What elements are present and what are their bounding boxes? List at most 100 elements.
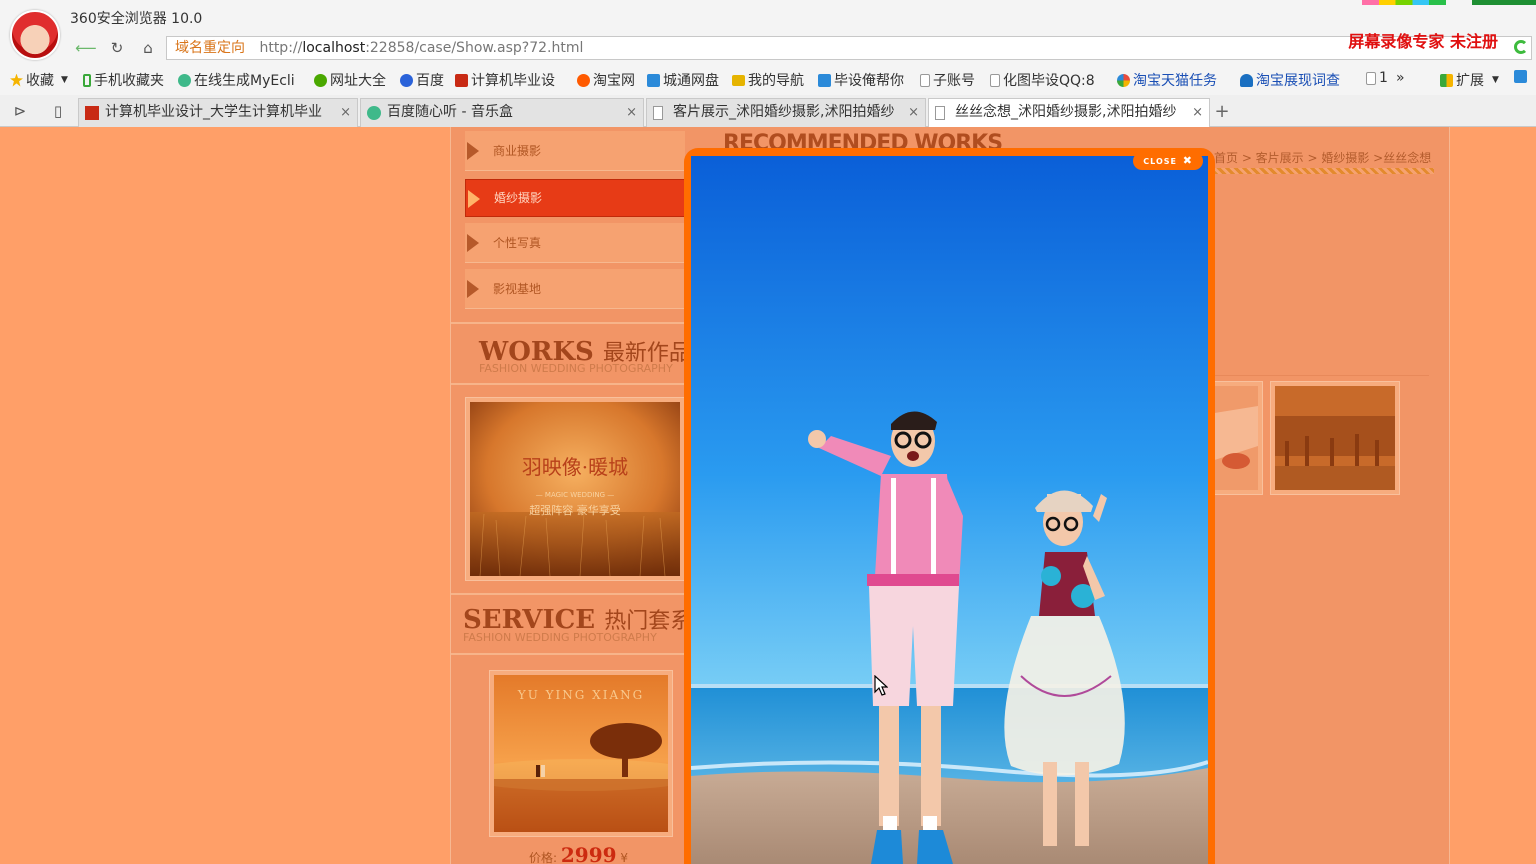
page-icon	[920, 73, 930, 87]
page-icon	[990, 73, 1000, 87]
bookmark-item[interactable]: 网址大全	[314, 70, 386, 90]
service-price: 价格: 2999 ¥	[529, 843, 628, 864]
menu-label: 商业摄影	[493, 144, 542, 158]
chevron-down-icon: ▼	[61, 75, 68, 85]
photo-lightbox: CLOSE ✖	[684, 148, 1215, 864]
bookmark-item[interactable]: 毕设俺帮你	[818, 70, 904, 90]
bookmark-item[interactable]: 化图毕设QQ:8	[990, 70, 1095, 90]
close-icon: ✖	[1182, 154, 1193, 167]
breadcrumb[interactable]: 首页 > 客片展示 > 婚纱摄影 >丝丝念想	[1214, 149, 1431, 166]
divider	[1211, 375, 1429, 376]
grid-icon	[1440, 73, 1453, 87]
bookmark-favorites[interactable]: 收藏 ▼	[10, 70, 68, 90]
divider	[451, 322, 686, 324]
bookmark-label: 百度	[416, 73, 444, 89]
menu-item-studio[interactable]: 影视基地	[465, 269, 685, 309]
bookmark-label: 城通网盘	[663, 73, 719, 89]
bookmark-item[interactable]: 1	[1366, 70, 1388, 86]
ie-icon	[314, 73, 327, 87]
menu-label: 婚纱摄影	[494, 191, 543, 205]
tab-case-list[interactable]: 客片展示_沭阳婚纱摄影,沭阳拍婚纱 ×	[646, 98, 926, 127]
address-bar[interactable]: 域名重定向 http://localhost:22858/case/Show.a…	[166, 36, 1532, 60]
bookmark-label: 我的导航	[748, 73, 804, 89]
bookmark-item[interactable]: 淘宝网	[577, 70, 635, 90]
chevron-down-icon: ▼	[1492, 75, 1499, 85]
bookmark-item[interactable]: 子账号	[920, 70, 975, 90]
user-avatar[interactable]	[10, 10, 60, 60]
bookmark-item[interactable]: 手机收藏夹	[83, 70, 164, 90]
folder-icon	[732, 74, 745, 86]
url-prefix: http://	[259, 40, 303, 56]
service-subtitle: FASHION WEDDING PHOTOGRAPHY	[463, 631, 657, 644]
chevron-right-icon	[468, 190, 480, 208]
paw-icon	[400, 73, 413, 87]
bookmark-item[interactable]: 我的导航	[732, 70, 804, 90]
bookmark-item[interactable]: 淘宝天猫任务	[1117, 70, 1217, 90]
bi-icon	[85, 106, 99, 120]
breadcrumb-underline	[1214, 168, 1434, 174]
phone-icon	[83, 73, 91, 87]
bookmark-item[interactable]: 百度	[400, 70, 444, 90]
thumb-title-text: 羽映像·暖城	[522, 455, 628, 479]
browser-titlebar: 360安全浏览器 10.0	[0, 0, 1536, 33]
price-value: 2999	[560, 843, 617, 864]
menu-item-portrait[interactable]: 个性写真	[465, 223, 685, 263]
bookmark-item[interactable]: 计算机毕业设	[455, 70, 555, 90]
mouse-cursor-icon	[874, 675, 888, 696]
related-photo-thumbnail[interactable]	[1270, 381, 1400, 495]
tab-bishe[interactable]: 计算机毕业设计_大学生计算机毕业 ×	[78, 98, 358, 127]
extension-icon[interactable]	[1514, 70, 1527, 83]
menu-label: 个性写真	[493, 236, 542, 250]
page-icon	[1366, 71, 1376, 85]
ct-icon	[647, 73, 660, 87]
close-icon[interactable]: ×	[1192, 99, 1203, 126]
service-package-thumbnail[interactable]: YU YING XIANG	[461, 670, 701, 837]
window-color-strip	[1362, 0, 1446, 5]
bookmark-label: 化图毕设QQ:8	[1003, 73, 1095, 89]
bookmark-label: 计算机毕业设	[471, 73, 555, 89]
close-icon[interactable]: ×	[908, 99, 919, 126]
lightbox-close-button[interactable]: CLOSE ✖	[1133, 152, 1203, 170]
menu-item-commercial[interactable]: 商业摄影	[465, 131, 685, 171]
address-row: ⟵ ↻ ⌂ 域名重定向 http://localhost:22858/case/…	[0, 33, 1536, 63]
bookmarks-bar: 收藏 ▼ 手机收藏夹 在线生成MyEcli 网址大全 百度 计算机毕业设 淘宝网 …	[0, 63, 1536, 95]
new-tab-button[interactable]: +	[1212, 98, 1232, 126]
bi-icon	[455, 73, 468, 87]
refresh-circle-icon[interactable]	[1514, 40, 1528, 54]
extensions-button[interactable]: 扩展 ▼	[1440, 70, 1499, 90]
divider	[451, 593, 686, 595]
lightbox-photo[interactable]	[691, 156, 1208, 864]
app-title: 360安全浏览器 10.0	[70, 11, 203, 27]
recorder-watermark: 屏幕录像专家 未注册	[1348, 32, 1498, 51]
back-arrow-icon[interactable]: ⟵	[74, 36, 98, 60]
tab-music[interactable]: 百度随心听 - 音乐盒 ×	[360, 98, 644, 127]
works-subtitle: FASHION WEDDING PHOTOGRAPHY	[479, 362, 673, 375]
more-bookmarks-icon[interactable]: »	[1396, 70, 1405, 86]
bookmark-item[interactable]: 城通网盘	[647, 70, 719, 90]
chevron-right-icon	[467, 142, 479, 160]
chevron-right-icon	[467, 280, 479, 298]
tab-title: 丝丝念想_沭阳婚纱摄影,沭阳拍婚纱	[955, 104, 1177, 120]
sidebar-toggle-icon[interactable]: ⊳	[8, 99, 32, 123]
home-icon[interactable]: ⌂	[136, 36, 160, 60]
tab-title: 百度随心听 - 音乐盒	[387, 104, 513, 120]
page-icon	[653, 106, 663, 120]
headset-icon	[1240, 73, 1253, 87]
wedding-photo-image	[691, 156, 1208, 864]
close-icon[interactable]: ×	[340, 99, 351, 126]
bookmark-item[interactable]: 在线生成MyEcli	[178, 70, 295, 90]
bookmark-label: 淘宝展现词查	[1256, 73, 1340, 89]
phone-icon[interactable]: ▯	[46, 99, 70, 123]
pinwheel-icon	[1117, 73, 1130, 87]
reload-icon[interactable]: ↻	[105, 36, 129, 60]
menu-item-wedding[interactable]: 婚纱摄影	[465, 179, 685, 217]
close-icon[interactable]: ×	[626, 99, 637, 126]
chevron-right-icon	[467, 234, 479, 252]
gear-icon	[367, 106, 381, 120]
redirect-label: 域名重定向	[175, 40, 245, 56]
tab-active-show[interactable]: 丝丝念想_沭阳婚纱摄影,沭阳拍婚纱 ×	[928, 98, 1210, 128]
latest-work-thumbnail[interactable]: 羽映像·暖城 — MAGIC WEDDING — 超强阵容 豪华享受	[465, 397, 685, 581]
tab-strip: ⊳ ▯ 计算机毕业设计_大学生计算机毕业 × 百度随心听 - 音乐盒 × 客片展…	[0, 95, 1536, 128]
related-photo-image	[1275, 386, 1395, 490]
bookmark-item[interactable]: 淘宝展现词查	[1240, 70, 1340, 90]
